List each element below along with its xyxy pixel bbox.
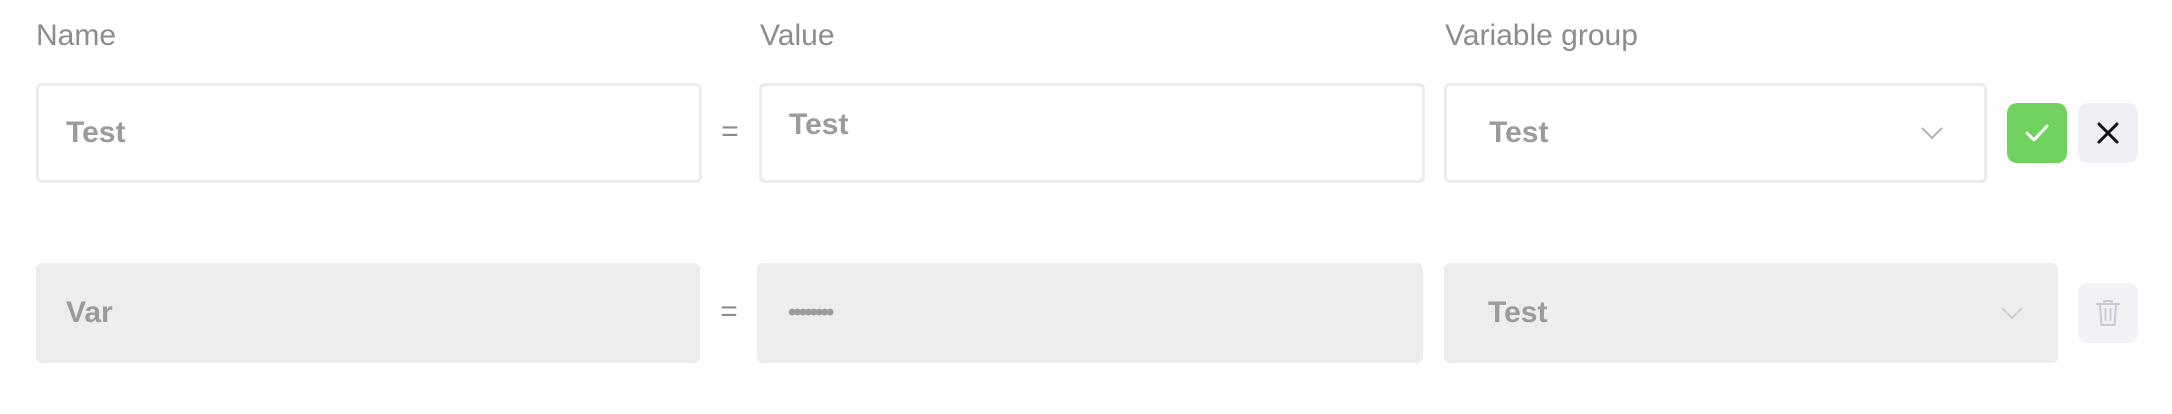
name-column-header: Name [36, 19, 117, 52]
name-input-value: Test [66, 116, 126, 149]
name-input[interactable]: Test [36, 83, 702, 183]
saved-variable-group-select: Test [1444, 263, 2058, 363]
value-column-header: Value [760, 19, 835, 52]
variables-editor: Name Value Variable group Test = Test Te… [0, 0, 2172, 414]
value-input-value: Test [789, 108, 849, 141]
saved-value-field: •••••••• [757, 263, 1423, 363]
confirm-button[interactable] [2007, 103, 2067, 163]
saved-name-value: Var [66, 296, 113, 329]
equals-sign: = [720, 295, 738, 328]
variable-group-select-value: Test [1489, 116, 1549, 149]
value-input[interactable]: Test [759, 83, 1425, 183]
trash-icon [2096, 300, 2120, 326]
variable-group-select[interactable]: Test [1444, 83, 1987, 183]
saved-name-field: Var [36, 263, 700, 363]
variable-group-column-header: Variable group [1445, 19, 1638, 52]
cancel-button[interactable] [2078, 103, 2138, 163]
masked-value: •••••••• [788, 299, 834, 326]
delete-button[interactable] [2078, 283, 2138, 343]
close-icon [2097, 122, 2119, 144]
chevron-down-icon [1921, 127, 1943, 140]
equals-sign: = [721, 115, 739, 148]
chevron-down-icon [2001, 307, 2023, 320]
saved-variable-group-value: Test [1488, 296, 1548, 329]
check-icon [2025, 124, 2049, 142]
